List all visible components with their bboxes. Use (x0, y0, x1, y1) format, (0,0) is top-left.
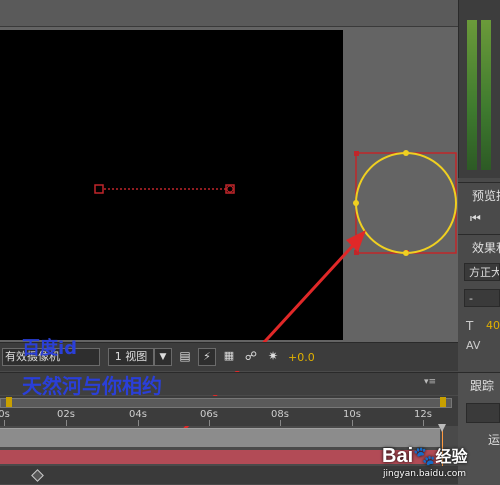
font-size-value[interactable]: 40 (486, 319, 500, 332)
work-area-bar[interactable] (0, 398, 452, 408)
font-style-field[interactable]: - (464, 289, 500, 307)
tick-label: 04s (129, 409, 147, 420)
preview-panel-title[interactable]: 预览控 (472, 187, 500, 204)
audio-meter-left (467, 20, 477, 170)
work-area-start-handle[interactable] (6, 397, 12, 407)
tick-mark (4, 420, 5, 426)
view-layout-arrow-icon[interactable]: ▼ (154, 348, 172, 366)
font-family-field[interactable]: 方正大 (464, 263, 500, 281)
audio-meter-panel (458, 0, 500, 178)
tick-mark (66, 420, 67, 426)
shape-layer-bar[interactable] (0, 450, 440, 464)
effects-panel-title[interactable]: 效果和 (472, 239, 500, 256)
layer-handle-top-left[interactable] (354, 151, 359, 156)
baidu-logo-text: Bai (382, 445, 414, 467)
tick-mark (138, 420, 139, 426)
tick-mark (209, 420, 210, 426)
path-vertex-top[interactable] (403, 150, 409, 156)
exposure-reset-icon[interactable]: ✷ (264, 348, 282, 366)
path-vertex-left[interactable] (353, 200, 359, 206)
tick-label: 0s (0, 409, 10, 420)
baidu-logo: Bai🐾经验 (382, 443, 468, 468)
tracker-button[interactable] (466, 403, 500, 423)
watermark-url: jingyan.baidu.com (383, 469, 467, 479)
kerning-icon: AV (466, 339, 481, 352)
tick-mark (423, 420, 424, 426)
motion-path-start-handle[interactable] (94, 184, 104, 194)
keyframe-diamond-icon[interactable] (31, 469, 44, 482)
preview-panel: 预览控 ⏮ (458, 182, 500, 233)
tick-label: 08s (271, 409, 289, 420)
layer-duration-bar[interactable] (0, 428, 440, 447)
circle-shape-outline[interactable] (355, 152, 457, 254)
watermark-line-1: 百度id (22, 338, 78, 359)
work-area-end-handle[interactable] (440, 397, 446, 407)
fast-previews-icon[interactable]: ⚡ (198, 348, 216, 366)
tracker-panel-title[interactable]: 跟踪 (470, 377, 494, 394)
time-ruler[interactable]: 0s 02s 04s 06s 08s 10s 12s (0, 396, 458, 426)
audio-meter-right (481, 20, 491, 170)
motion-path[interactable] (94, 184, 235, 194)
circle-layer[interactable] (353, 150, 457, 256)
transparency-grid-icon[interactable]: ▦ (220, 348, 238, 366)
toggle-pixel-aspect-icon[interactable]: ▤ (176, 348, 194, 366)
effects-panel: 效果和 方正大 - T 40 AV (458, 234, 500, 385)
panel-menu-icon[interactable]: ▾≡ (424, 377, 436, 387)
paw-icon: 🐾 (413, 446, 436, 466)
font-size-icon: T (466, 319, 474, 333)
tick-label: 12s (414, 409, 432, 420)
tick-label: 06s (200, 409, 218, 420)
first-frame-icon[interactable]: ⏮ (470, 211, 481, 226)
view-layout-dropdown[interactable]: 1 视图 (108, 348, 154, 366)
tick-label: 10s (343, 409, 361, 420)
baidu-logo-suffix: 经验 (435, 449, 468, 466)
flowchart-icon[interactable]: ☍ (242, 348, 260, 366)
watermark-line-2: 天然河与你相约 (22, 374, 162, 398)
tick-label: 02s (57, 409, 75, 420)
anchor-point-icon (226, 185, 234, 193)
tick-mark (280, 420, 281, 426)
tick-mark (352, 420, 353, 426)
path-vertex-bottom[interactable] (403, 250, 409, 256)
exposure-value[interactable]: +0.0 (288, 351, 315, 364)
tracker-sub-label: 运 (488, 433, 500, 447)
